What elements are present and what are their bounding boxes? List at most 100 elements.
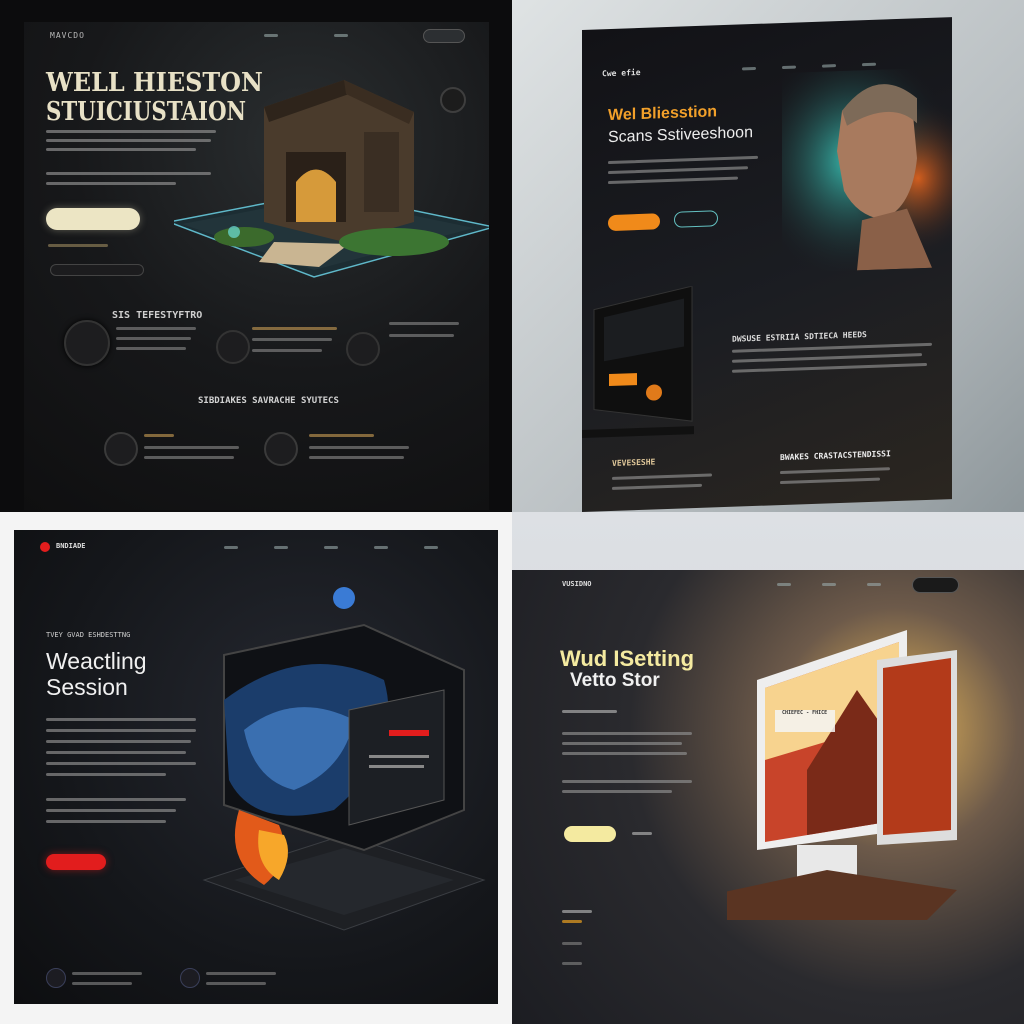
q2-secondary-button[interactable] (674, 210, 718, 228)
panel-bottom-right: VUSIDNO Wud ISetting Vetto Stor CHIEFEC … (512, 512, 1024, 1024)
q4-hero-title-line2: Vetto Stor (570, 670, 660, 691)
q3-footer-text (72, 982, 132, 985)
q3-footer-text (206, 972, 276, 975)
q1-feature-text (252, 338, 332, 341)
q1-feature-icon[interactable] (346, 332, 380, 366)
q1-service-text (144, 434, 174, 437)
q1-hero-text (46, 182, 176, 185)
q1-section-heading: SIS TEFESTYFTRO (112, 310, 203, 321)
q3-footer-icon[interactable] (180, 968, 200, 988)
q3-hero-text (46, 773, 166, 776)
q1-service-icon[interactable] (264, 432, 298, 466)
q1-webpage: MAVCDO WELL HIESTON STUICIUSTAION SIS TE… (24, 22, 489, 510)
q2-section-text (732, 362, 927, 373)
q4-footer-text (562, 962, 582, 965)
q1-meta-line (48, 244, 108, 247)
q2-bottom-text (780, 477, 880, 485)
q1-secondary-button[interactable] (50, 264, 144, 276)
q3-nav-link[interactable] (424, 546, 438, 549)
q4-footer-text (562, 910, 592, 913)
q2-nav-link[interactable] (782, 65, 796, 70)
q3-hero-title-line2: Session (46, 674, 128, 700)
q3-hero-text (46, 762, 196, 765)
q4-mock-heading: CHIEFEC - FHICE (782, 710, 828, 716)
q3-hero-text (46, 740, 191, 743)
q4-hero-text (562, 742, 682, 745)
q3-hero-text (46, 798, 186, 801)
q1-service-text (309, 434, 374, 437)
q1-nav-link[interactable] (264, 34, 278, 37)
q3-logo-icon[interactable] (40, 542, 50, 552)
q2-hero-title-line2: Scans Sstiveeshoon (608, 124, 753, 147)
q4-hero-text (562, 732, 692, 735)
q1-feature-icon[interactable] (216, 330, 250, 364)
q1-feature-text (389, 322, 459, 325)
q1-service-text (144, 446, 239, 449)
q2-heading-bottom-left: VEVESESHE (612, 457, 656, 468)
q4-cta-caption (632, 832, 652, 835)
q2-nav-link[interactable] (742, 66, 756, 71)
panel-top-left: MAVCDO WELL HIESTON STUICIUSTAION SIS TE… (0, 0, 512, 512)
q2-nav-link[interactable] (862, 62, 876, 67)
q1-feature-text (389, 334, 454, 337)
q3-hero-text (46, 820, 166, 823)
q3-cta-button[interactable] (46, 854, 106, 870)
q2-bottom-text (780, 467, 890, 475)
q3-hero-text (46, 809, 176, 812)
q3-hero-text (46, 718, 196, 721)
q2-hero-text (608, 176, 738, 185)
q3-nav-link[interactable] (224, 546, 238, 549)
q4-webpage: VUSIDNO Wud ISetting Vetto Stor CHIEFEC … (512, 570, 1024, 1024)
q1-nav-link[interactable] (334, 34, 348, 37)
q2-cta-button[interactable] (608, 213, 660, 232)
q1-service-text (309, 456, 404, 459)
q1-feature-text (116, 337, 191, 340)
q4-hero-text (562, 790, 672, 793)
q4-nav-link[interactable] (867, 583, 881, 586)
q4-footer-text (562, 920, 582, 923)
q3-eyebrow: TVEY GVAD ESHDESTTNG (46, 631, 131, 639)
q3-hero-text (46, 729, 196, 732)
q3-webpage: BNDIADE TVEY GVAD ESHDESTTNG Weactling S… (14, 530, 498, 1004)
q3-footer-text (206, 982, 266, 985)
q3-nav-link[interactable] (374, 546, 388, 549)
q4-footer-text (562, 942, 582, 945)
q2-section-text (732, 342, 932, 353)
q1-service-icon[interactable] (104, 432, 138, 466)
q2-hero-text (608, 166, 748, 175)
q1-feature-text (116, 347, 186, 350)
q4-logo[interactable]: VUSIDNO (562, 580, 592, 588)
q2-webpage: Cwe efie Wel Bliesstion Scans Sstiveesho… (582, 17, 952, 512)
q4-nav-link[interactable] (777, 583, 791, 586)
q2-heading-bottom-right: BWAKES CRASTACSTENDISSI (780, 449, 891, 463)
q2-hero-title-line1: Wel Bliesstion (608, 103, 718, 125)
q3-hero-title-line1: Weactling (46, 648, 147, 674)
q4-nav-button[interactable] (912, 577, 959, 593)
q4-nav-link[interactable] (822, 583, 836, 586)
q1-feature-icon[interactable] (64, 320, 110, 366)
q1-section-heading-2: SIBDIAKES SAVRACHE SYUTECS (198, 396, 339, 406)
q2-logo[interactable]: Cwe efie (602, 68, 641, 78)
q2-monitor-illustration (582, 285, 694, 440)
panel-bottom-left: BNDIADE TVEY GVAD ESHDESTTNG Weactling S… (0, 512, 512, 1024)
q1-service-text (309, 446, 409, 449)
q3-logo[interactable]: BNDIADE (56, 542, 86, 550)
q1-service-text (144, 456, 234, 459)
q2-bottom-text (612, 483, 702, 490)
q2-section-text (732, 353, 922, 363)
q1-cta-button[interactable] (46, 208, 140, 230)
q3-footer-icon[interactable] (46, 968, 66, 988)
q2-nav-link[interactable] (822, 64, 836, 68)
q1-play-button[interactable] (440, 87, 466, 113)
q4-cta-button[interactable] (564, 826, 616, 842)
q4-hero-text (562, 710, 617, 713)
q3-hero-text (46, 751, 186, 754)
q3-nav-link[interactable] (274, 546, 288, 549)
q4-hero-title-line1: Wud ISetting (560, 646, 695, 671)
q1-feature-text (252, 349, 322, 352)
q3-nav-link[interactable] (324, 546, 338, 549)
q3-footer-text (72, 972, 142, 975)
q1-feature-text (116, 327, 196, 330)
q1-logo[interactable]: MAVCDO (50, 31, 85, 40)
q1-nav-button[interactable] (423, 29, 465, 43)
